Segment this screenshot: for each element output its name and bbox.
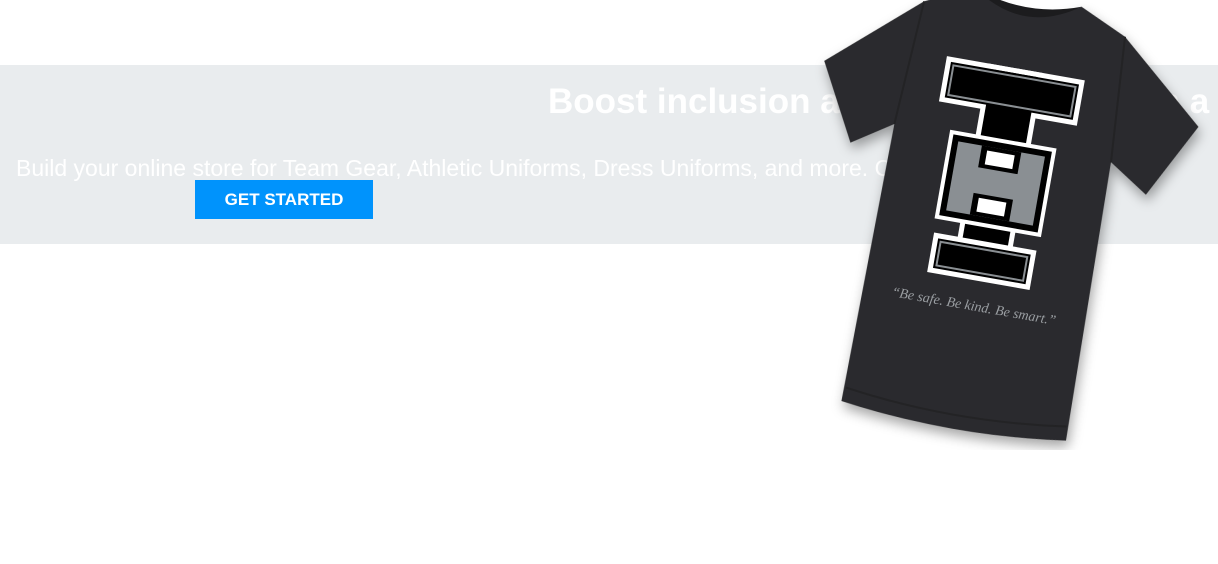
tshirt-graphic: “Be safe. Be kind. Be smart.” [824,0,1199,441]
tshirt-product-image: “Be safe. Be kind. Be smart.” [760,0,1218,450]
logo-letter-h [934,129,1057,238]
get-started-button[interactable]: GET STARTED [195,180,373,219]
page: Boost inclusion and school spirit with a… [0,0,1218,564]
